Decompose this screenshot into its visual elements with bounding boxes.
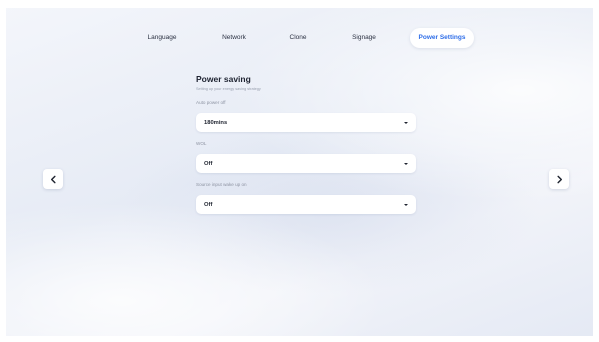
dropdown-caret-icon bbox=[404, 203, 408, 206]
auto-power-off-label: Auto power off bbox=[196, 100, 226, 105]
auto-power-off-select[interactable]: 180mins bbox=[196, 113, 416, 132]
tab-clone[interactable]: Clone bbox=[280, 28, 316, 48]
source-input-wake-select[interactable]: Off bbox=[196, 195, 416, 214]
screen-border-top bbox=[0, 0, 599, 8]
chevron-right-icon bbox=[556, 175, 562, 183]
power-saving-panel: Power saving Setting up your energy savi… bbox=[196, 74, 416, 214]
wol-label: WOL bbox=[196, 141, 207, 146]
source-input-wake-value: Off bbox=[204, 201, 213, 208]
wol-select[interactable]: Off bbox=[196, 154, 416, 173]
settings-tabs: Language Network Clone Signage Power Set… bbox=[0, 28, 599, 50]
section-subtitle: Setting up your energy saving strategy bbox=[196, 87, 261, 91]
tab-power-settings[interactable]: Power Settings bbox=[410, 28, 474, 48]
tab-language[interactable]: Language bbox=[140, 28, 184, 48]
screen-border-bottom bbox=[0, 336, 599, 342]
wol-value: Off bbox=[204, 160, 213, 167]
dropdown-caret-icon bbox=[404, 162, 408, 165]
tab-network[interactable]: Network bbox=[212, 28, 256, 48]
screen-border-right bbox=[593, 0, 599, 342]
section-title: Power saving bbox=[196, 74, 251, 84]
chevron-left-icon bbox=[50, 175, 56, 183]
tab-signage[interactable]: Signage bbox=[342, 28, 386, 48]
previous-page-button[interactable] bbox=[43, 169, 63, 189]
dropdown-caret-icon bbox=[404, 121, 408, 124]
next-page-button[interactable] bbox=[549, 169, 569, 189]
screen-border-left bbox=[0, 0, 6, 342]
auto-power-off-value: 180mins bbox=[204, 119, 228, 126]
source-input-wake-label: Source input wake up on bbox=[196, 182, 247, 187]
